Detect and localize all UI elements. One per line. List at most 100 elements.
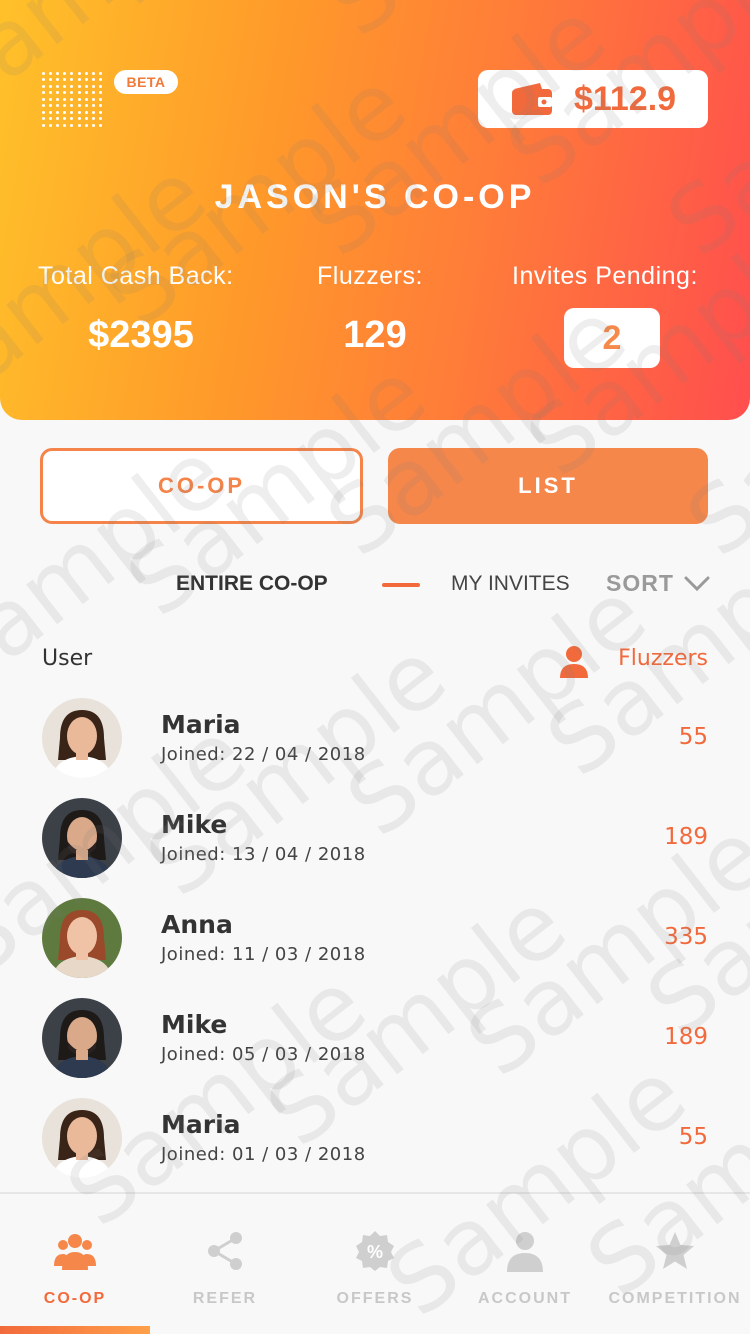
logo-dot: [91, 78, 95, 82]
logo-dot: [70, 72, 74, 75]
cashback-value: $2395: [88, 314, 194, 356]
list-item[interactable]: Maria Joined: 22 / 04 / 2018 55: [0, 698, 750, 798]
logo-dot: [42, 110, 45, 114]
user-icon: [507, 1232, 543, 1272]
logo-dot: [42, 78, 45, 82]
logo-dot: [63, 117, 67, 121]
member-name: Anna: [161, 910, 233, 939]
tab-label: REFER: [192, 1290, 258, 1307]
member-fluzzer-count: 55: [678, 724, 708, 750]
logo-dot: [56, 123, 60, 127]
logo-dot: [70, 78, 74, 82]
filter-my-invites[interactable]: MY INVITES: [451, 572, 570, 596]
member-name: Maria: [161, 1110, 241, 1139]
logo-dot: [63, 78, 67, 82]
member-fluzzer-count: 189: [664, 824, 708, 850]
user-column-header: User: [42, 646, 93, 671]
logo-dot: [84, 91, 88, 95]
person-icon: [560, 646, 588, 678]
tab-competition[interactable]: COMPETITION: [600, 1194, 750, 1334]
logo-dot: [77, 72, 81, 75]
logo-dot: [49, 91, 53, 95]
logo-dot: [77, 84, 81, 88]
list-item[interactable]: Mike Joined: 05 / 03 / 2018 189: [0, 998, 750, 1098]
logo-dot: [91, 84, 95, 88]
logo-dot: [49, 97, 53, 101]
fluzzers-value: 129: [343, 314, 407, 356]
chevron-down-icon: [684, 576, 710, 592]
filter-toggle-indicator[interactable]: [382, 583, 420, 587]
invites-pending-button[interactable]: 2: [564, 308, 660, 368]
invites-pending-label: Invites Pending:: [512, 262, 698, 290]
list-item[interactable]: Maria Joined: 01 / 03 / 2018 55: [0, 1098, 750, 1198]
logo-dot: [91, 123, 95, 127]
page-title: JASON'S CO-OP: [214, 178, 536, 216]
avatar: [42, 798, 122, 878]
logo-dot: [63, 72, 67, 75]
wallet-icon: [511, 83, 552, 115]
logo-dot: [70, 91, 74, 95]
member-fluzzer-count: 335: [664, 924, 708, 950]
avatar: [42, 1098, 122, 1178]
logo-dot: [63, 91, 67, 95]
logo-dot: [42, 84, 45, 88]
logo-dot: [77, 117, 81, 121]
logo-dot: [49, 84, 53, 88]
logo-dot: [98, 104, 102, 108]
logo-dot: [84, 97, 88, 101]
logo-dot: [91, 72, 95, 75]
logo-dot: [42, 97, 45, 101]
logo-dot: [77, 97, 81, 101]
fluzzers-column-header[interactable]: Fluzzers: [618, 646, 708, 671]
logo-dot: [42, 91, 45, 95]
logo-dot: [84, 104, 88, 108]
member-joined-date: Joined: 22 / 04 / 2018: [161, 744, 366, 765]
tab-refer[interactable]: REFER: [150, 1194, 300, 1334]
list-view-button[interactable]: LIST: [388, 448, 708, 524]
logo-dot: [77, 110, 81, 114]
logo-dot: [84, 110, 88, 114]
wallet-balance-button[interactable]: $112.9: [478, 70, 708, 128]
logo-dot: [91, 91, 95, 95]
bottom-tab-bar: CO-OP REFER % OFFERS ACCOUNT COMPETITION: [0, 1192, 750, 1334]
logo-dot: [56, 104, 60, 108]
tab-label: CO-OP: [43, 1290, 107, 1307]
logo-dot: [77, 104, 81, 108]
avatar: [42, 898, 122, 978]
logo-dot: [98, 110, 102, 114]
active-tab-indicator: [0, 1326, 150, 1334]
logo-dot: [56, 91, 60, 95]
logo-dot: [70, 104, 74, 108]
logo-dot: [98, 123, 102, 127]
logo-dot: [63, 97, 67, 101]
logo-dot: [98, 91, 102, 95]
logo-dot: [84, 123, 88, 127]
tab-account[interactable]: ACCOUNT: [450, 1194, 600, 1334]
filter-entire-coop[interactable]: ENTIRE CO-OP: [176, 572, 328, 596]
member-fluzzer-count: 189: [664, 1024, 708, 1050]
logo-dot: [63, 104, 67, 108]
member-name: Mike: [161, 810, 228, 839]
logo-dot: [56, 72, 60, 75]
member-joined-date: Joined: 01 / 03 / 2018: [161, 1144, 366, 1165]
tab-coop[interactable]: CO-OP: [0, 1194, 150, 1334]
logo-dot: [70, 97, 74, 101]
sort-dropdown[interactable]: SORT: [606, 568, 710, 602]
list-item[interactable]: Mike Joined: 13 / 04 / 2018 189: [0, 798, 750, 898]
logo-dot: [70, 123, 74, 127]
logo-dot: [91, 104, 95, 108]
logo-dot: [49, 104, 53, 108]
tab-offers[interactable]: % OFFERS: [300, 1194, 450, 1334]
logo-dot: [84, 117, 88, 121]
logo-dot: [56, 97, 60, 101]
logo-dot: [98, 72, 102, 75]
coop-view-button[interactable]: CO-OP: [40, 448, 363, 524]
app-logo-icon: [42, 72, 104, 128]
list-item[interactable]: Anna Joined: 11 / 03 / 2018 335: [0, 898, 750, 998]
avatar: [42, 998, 122, 1078]
logo-dot: [56, 117, 60, 121]
logo-dot: [56, 78, 60, 82]
logo-dot: [70, 110, 74, 114]
logo-dot: [77, 78, 81, 82]
logo-dot: [77, 123, 81, 127]
